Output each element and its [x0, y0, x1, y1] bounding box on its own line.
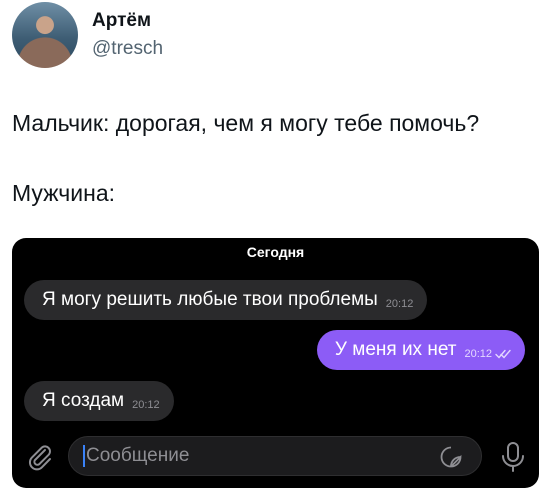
date-separator: Сегодня [246, 244, 305, 260]
incoming-message[interactable]: Я создам 20:12 [24, 381, 174, 421]
tweet-text-line-1: Мальчик: дорогая, чем я могу тебе помочь… [12, 110, 480, 136]
outgoing-message[interactable]: У меня их нет 20:12 [316, 330, 525, 370]
sticker-icon[interactable] [439, 445, 463, 469]
message-text: Я создам [42, 390, 125, 411]
message-text: Я могу решить любые твои проблемы [42, 289, 378, 310]
incoming-message[interactable]: Я могу решить любые твои проблемы 20:12 [24, 280, 428, 320]
tweet-text-line-2: Мужчина: [12, 180, 116, 206]
message-time: 20:12 [464, 348, 492, 360]
message-time: 20:12 [385, 298, 414, 310]
author-handle[interactable]: @tresch [92, 38, 163, 60]
text-caret [83, 445, 85, 467]
microphone-icon[interactable] [497, 440, 529, 474]
author-name[interactable]: Артём [92, 10, 151, 32]
message-composer: Сообщение [12, 434, 539, 480]
author-avatar[interactable] [12, 2, 78, 68]
paperclip-icon[interactable] [24, 441, 56, 473]
message-time: 20:12 [132, 399, 160, 411]
message-text: У меня их нет [334, 339, 457, 360]
message-input-placeholder: Сообщение [86, 445, 190, 466]
message-input[interactable]: Сообщение [68, 436, 482, 476]
read-checkmarks-icon [495, 349, 511, 359]
chat-screenshot: Сегодня Я могу решить любые твои проблем… [12, 238, 539, 488]
